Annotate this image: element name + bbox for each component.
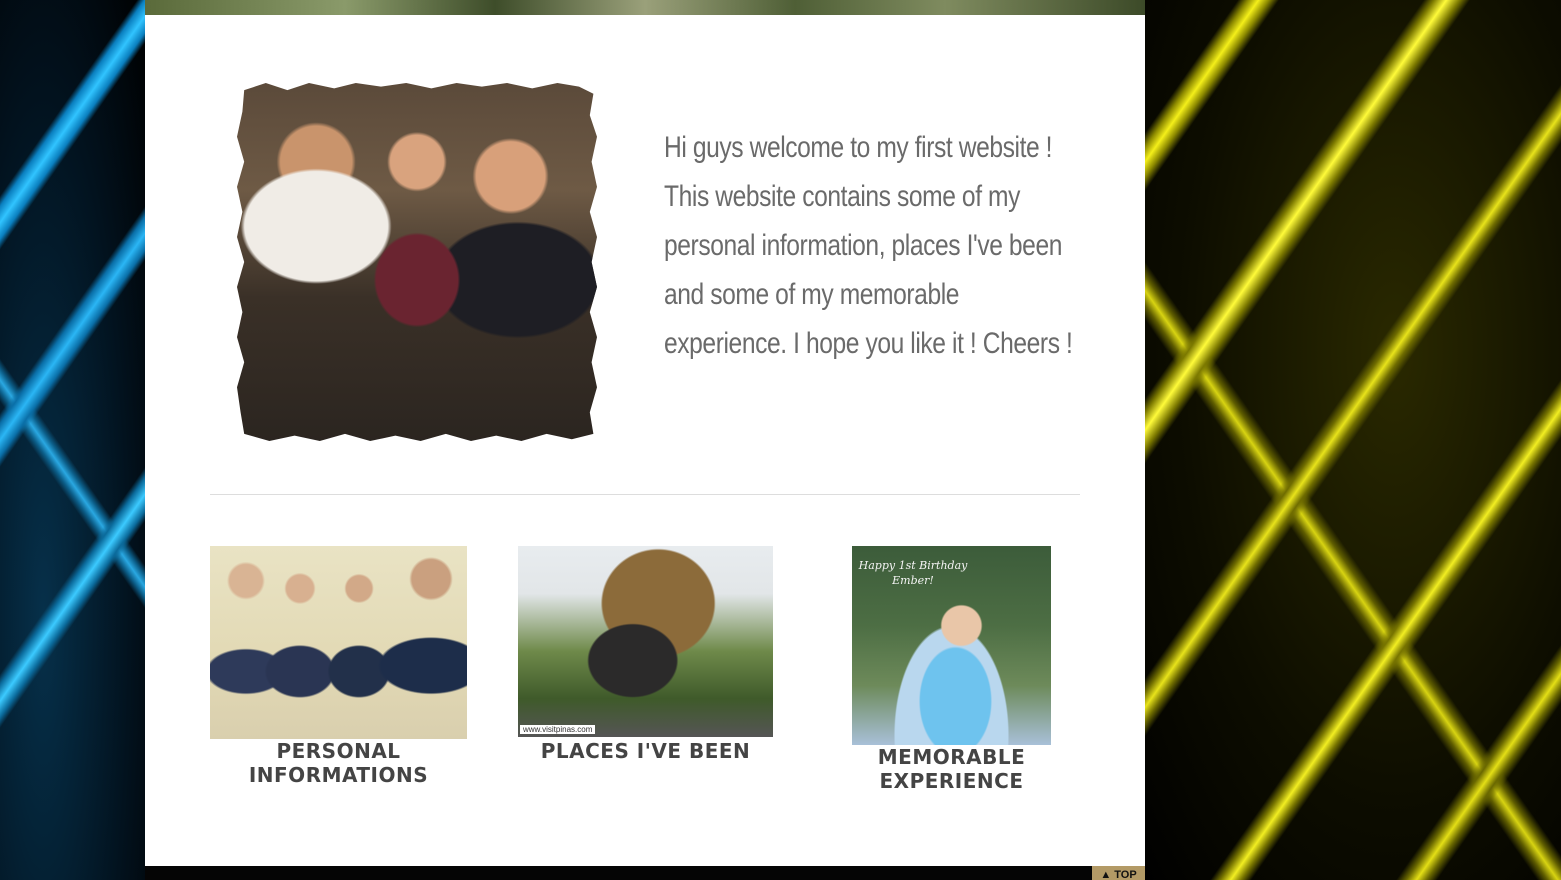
- back-to-top-button[interactable]: ▲ TOP: [1092, 866, 1145, 880]
- places-ive-been-label[interactable]: PLACES I'VE BEEN: [518, 739, 773, 763]
- bottom-bar: [145, 866, 1145, 880]
- personal-informations-label[interactable]: PERSONAL INFORMATIONS: [210, 739, 467, 787]
- label-line: INFORMATIONS: [248, 763, 429, 787]
- card-personal-informations[interactable]: PERSONAL INFORMATIONS: [210, 546, 467, 791]
- label-line: PERSONAL: [276, 739, 401, 763]
- card-memorable-experience[interactable]: Happy 1st Birthday Ember! MEMORABLE EXPE…: [852, 546, 1051, 796]
- header-image-strip: [145, 0, 1145, 15]
- card-places-ive-been[interactable]: www.visitpinas.com PLACES I'VE BEEN: [518, 546, 773, 771]
- welcome-text: Hi guys welcome to my first website ! Th…: [664, 131, 1073, 360]
- photo-caption-line: Ember!: [892, 574, 934, 587]
- background-right-neon: [1145, 0, 1561, 880]
- photo-caption: Happy 1st Birthday Ember!: [858, 558, 968, 588]
- memorable-experience-photo[interactable]: Happy 1st Birthday Ember!: [852, 546, 1051, 745]
- places-ive-been-photo[interactable]: www.visitpinas.com: [518, 546, 773, 737]
- label-line: PLACES I'VE BEEN: [540, 739, 751, 763]
- welcome-message: Hi guys welcome to my first website ! Th…: [664, 123, 1073, 368]
- memorable-experience-label[interactable]: MEMORABLE EXPERIENCE: [852, 745, 1051, 793]
- background-left-neon: [0, 0, 145, 880]
- divider: [210, 494, 1080, 495]
- photo-caption-line: Happy 1st Birthday: [858, 559, 968, 572]
- family-photo: [237, 83, 597, 441]
- photo-watermark: www.visitpinas.com: [520, 725, 596, 734]
- main-content: Hi guys welcome to my first website ! Th…: [145, 15, 1145, 866]
- label-line: EXPERIENCE: [879, 769, 1024, 793]
- label-line: MEMORABLE: [877, 745, 1026, 769]
- personal-informations-photo[interactable]: [210, 546, 467, 739]
